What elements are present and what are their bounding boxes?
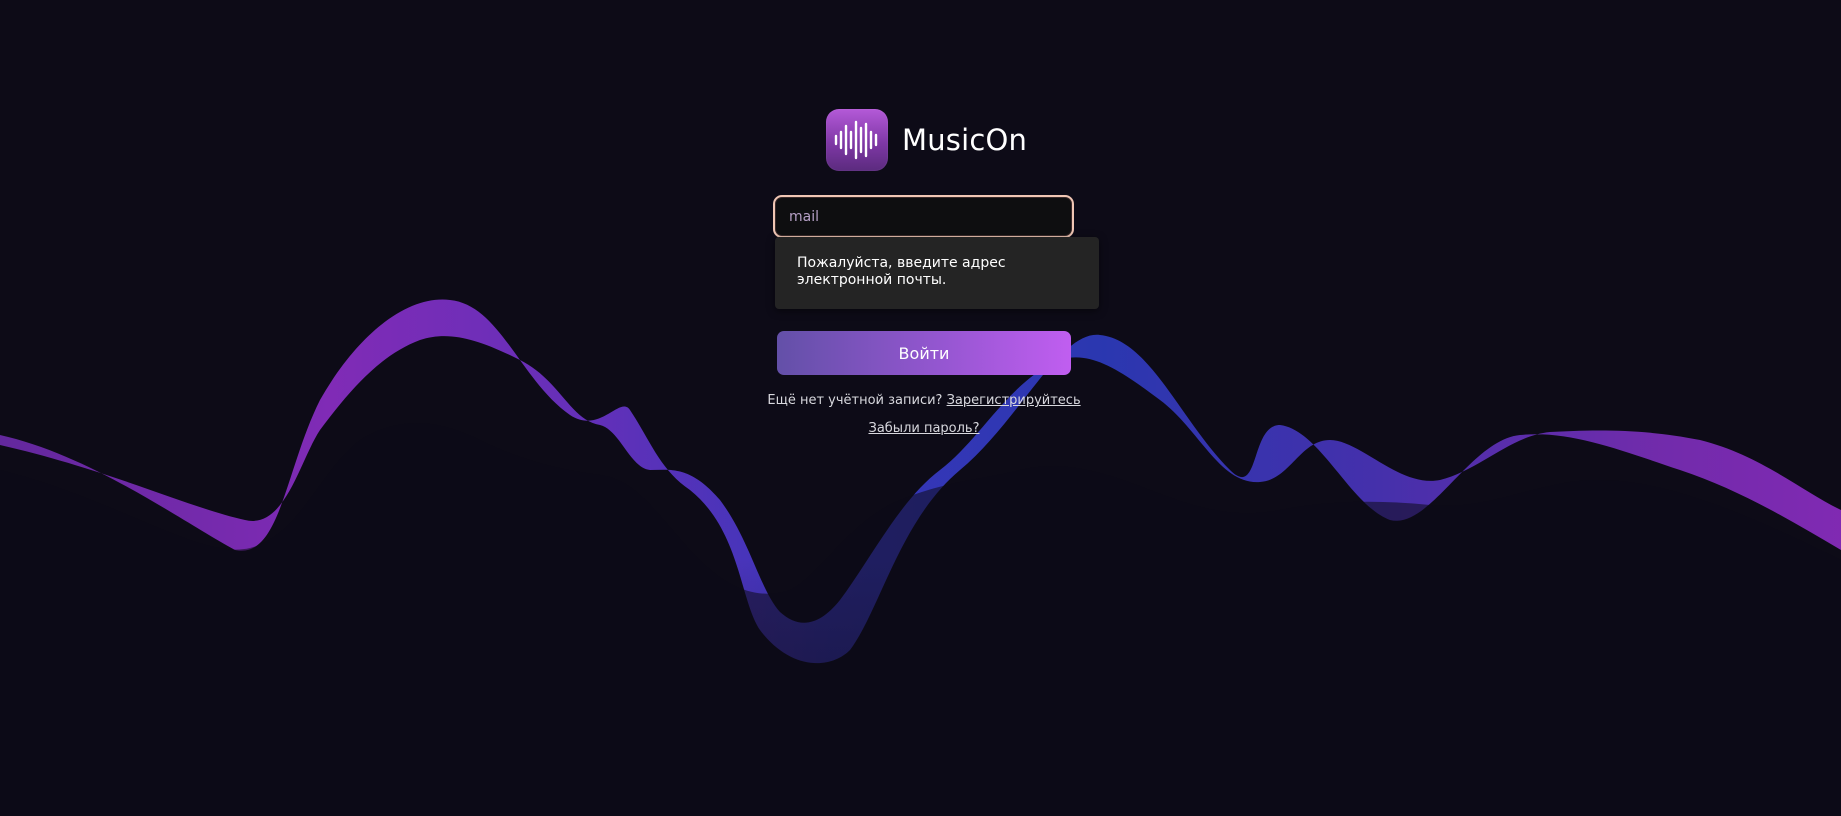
register-link[interactable]: Зарегистрируйтесь xyxy=(947,393,1081,408)
forgot-password-row: Забыли пароль? xyxy=(700,421,1148,436)
app-logo xyxy=(826,109,888,171)
signup-prompt: Ещё нет учётной записи? Зарегистрируйтес… xyxy=(700,393,1148,408)
login-button[interactable]: Войти xyxy=(777,331,1071,375)
email-input[interactable] xyxy=(775,197,1072,236)
no-account-text: Ещё нет учётной записи? xyxy=(767,393,943,408)
forgot-password-link[interactable]: Забыли пароль? xyxy=(868,421,979,436)
validation-tooltip: Пожалуйста, введите адрес электронной по… xyxy=(775,237,1099,309)
brand-header: MusicOn xyxy=(826,109,1027,171)
email-field-wrapper xyxy=(773,195,1074,238)
app-name: MusicOn xyxy=(902,123,1028,157)
waveform-icon xyxy=(834,120,878,160)
login-page: MusicOn Пожалуйста, введите адрес электр… xyxy=(0,0,1841,816)
validation-message: Пожалуйста, введите адрес электронной по… xyxy=(797,255,1006,288)
